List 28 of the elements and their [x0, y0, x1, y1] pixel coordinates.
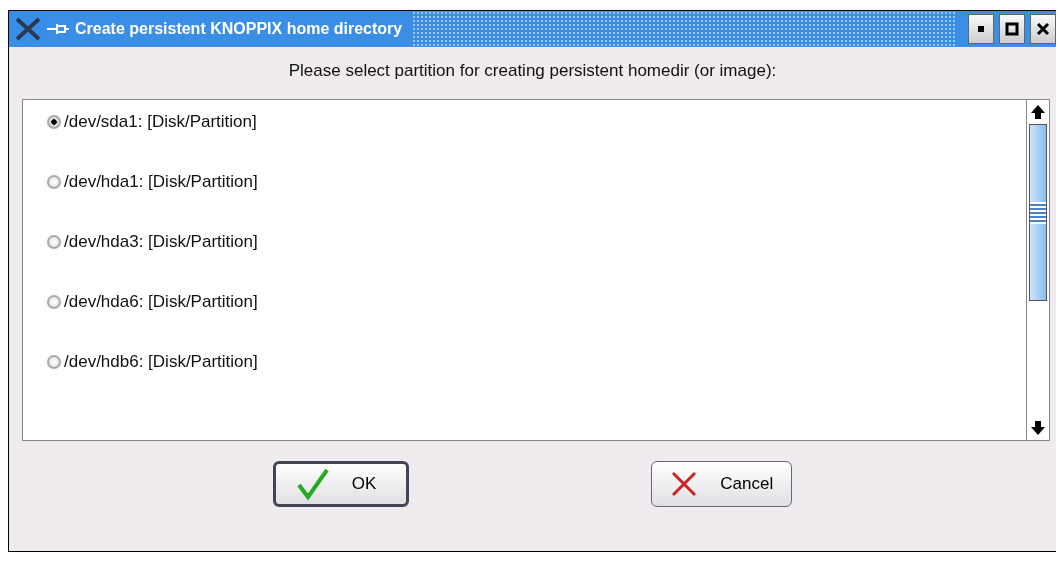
radio-button[interactable]: [47, 115, 61, 129]
radio-button[interactable]: [47, 235, 61, 249]
minimize-icon: [977, 25, 985, 33]
scrollbar[interactable]: [1026, 100, 1049, 440]
radio-button[interactable]: [47, 175, 61, 189]
window-title: Create persistent KNOPPIX home directory: [75, 20, 403, 38]
close-icon: [1036, 22, 1050, 36]
option-label[interactable]: /dev/sda1: [Disk/Partition]: [64, 112, 257, 132]
x-logo-icon[interactable]: [13, 16, 43, 42]
option-label[interactable]: /dev/hdb6: [Disk/Partition]: [64, 352, 258, 372]
radio-button[interactable]: [47, 355, 61, 369]
maximize-icon: [1005, 22, 1019, 36]
cancel-x-icon: [670, 470, 699, 498]
radio-button[interactable]: [47, 295, 61, 309]
scrollbar-thumb[interactable]: [1029, 124, 1047, 302]
up-arrow-icon[interactable]: [1030, 104, 1046, 120]
prompt-text: Please select partition for creating persistent homedir (or image):: [287, 60, 778, 82]
ok-button[interactable]: OK: [272, 461, 410, 507]
checkmark-icon: [295, 467, 330, 501]
down-arrow-icon[interactable]: [1030, 420, 1046, 436]
option-label[interactable]: /dev/hda1: [Disk/Partition]: [64, 172, 258, 192]
minimize-button[interactable]: [968, 14, 994, 44]
cancel-button[interactable]: Cancel: [651, 461, 793, 507]
option-label[interactable]: /dev/hda3: [Disk/Partition]: [64, 232, 258, 252]
option-label[interactable]: /dev/hda6: [Disk/Partition]: [64, 292, 258, 312]
maximize-button[interactable]: [999, 14, 1025, 44]
close-button[interactable]: [1030, 14, 1056, 44]
pin-icon[interactable]: [47, 22, 69, 36]
